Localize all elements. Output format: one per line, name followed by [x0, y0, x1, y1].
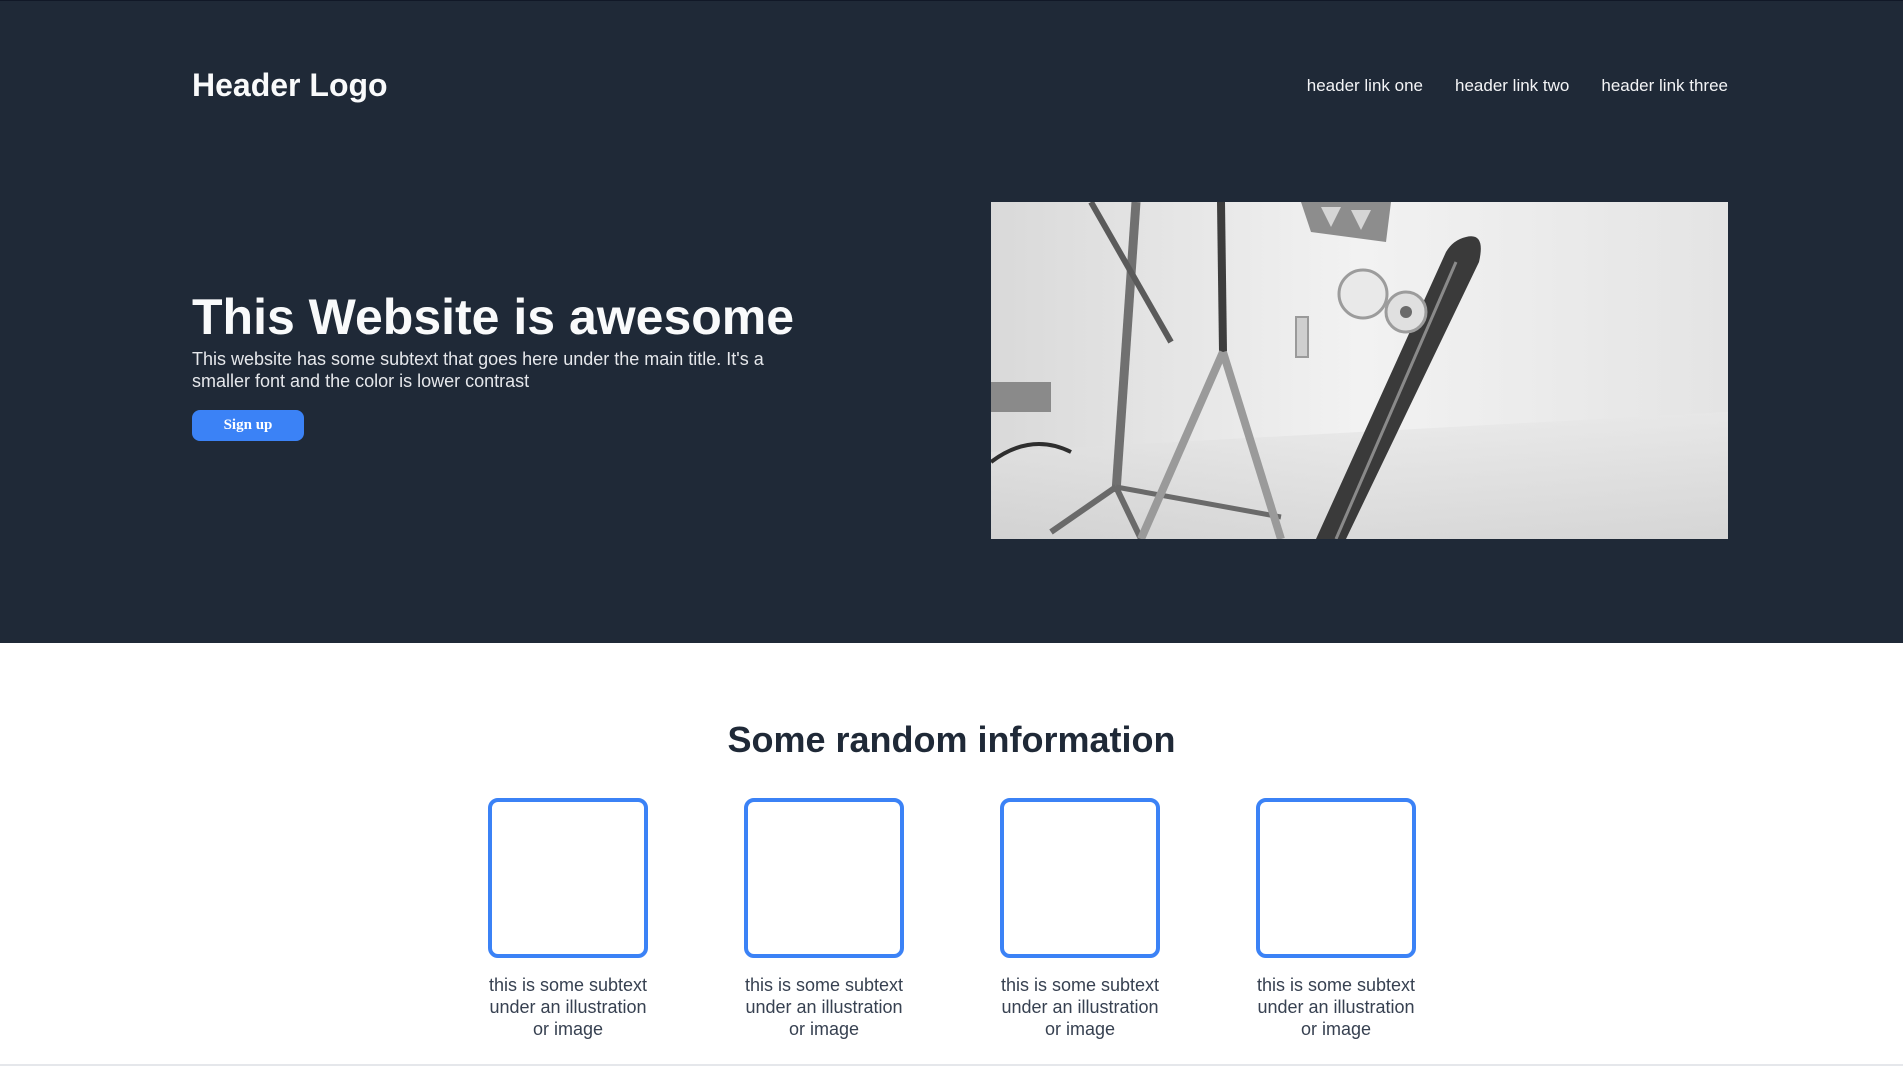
card-subtext: this is some subtext under an illustrati…	[744, 975, 904, 1039]
illustration-placeholder	[1256, 798, 1416, 958]
hero-section: Header Logo header link one header link …	[0, 0, 1903, 643]
illustration-placeholder	[744, 798, 904, 958]
info-card: this is some subtext under an illustrati…	[488, 798, 648, 1040]
header-link-one[interactable]: header link one	[1307, 75, 1423, 97]
card-subtext: this is some subtext under an illustrati…	[1000, 975, 1160, 1039]
hero-image	[991, 202, 1728, 539]
info-card: this is some subtext under an illustrati…	[744, 798, 904, 1040]
card-subtext: this is some subtext under an illustrati…	[488, 975, 648, 1039]
header-link-two[interactable]: header link two	[1455, 75, 1569, 97]
info-card: this is some subtext under an illustrati…	[1256, 798, 1416, 1040]
header-nav: header link one header link two header l…	[1307, 75, 1728, 97]
hero-text-block: This Website is awesome This website has…	[192, 288, 795, 441]
page-bottom-divider	[0, 1064, 1903, 1066]
info-cards: this is some subtext under an illustrati…	[488, 798, 1416, 1040]
header-logo[interactable]: Header Logo	[192, 65, 388, 105]
illustration-placeholder	[1000, 798, 1160, 958]
card-subtext: this is some subtext under an illustrati…	[1256, 975, 1416, 1039]
illustration-placeholder	[488, 798, 648, 958]
hero-title: This Website is awesome	[192, 289, 795, 345]
hero-subtitle: This website has some subtext that goes …	[192, 349, 764, 391]
signup-button[interactable]: Sign up	[192, 410, 304, 441]
header-link-three[interactable]: header link three	[1601, 75, 1728, 97]
skateboard-photo-illustration	[991, 202, 1728, 539]
info-card: this is some subtext under an illustrati…	[1000, 798, 1160, 1040]
info-section-title: Some random information	[727, 719, 1176, 760]
